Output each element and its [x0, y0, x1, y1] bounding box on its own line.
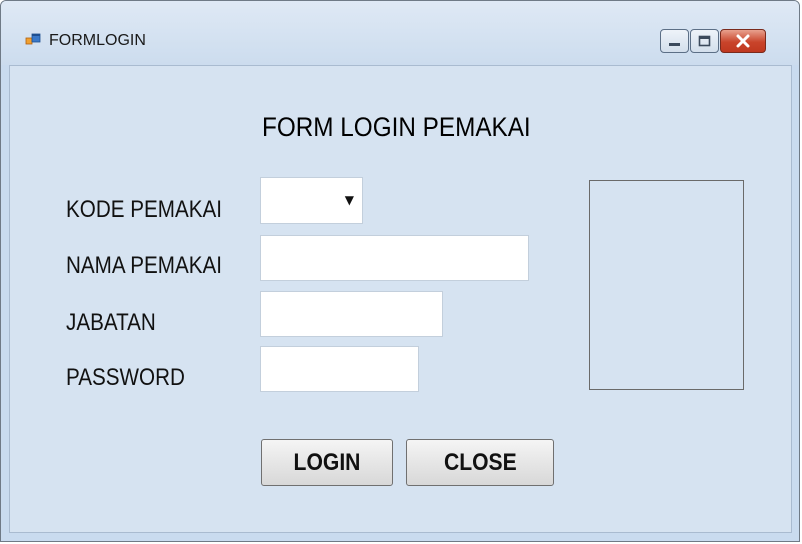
close-button-label: CLOSE: [443, 448, 517, 476]
jabatan-input[interactable]: [260, 291, 443, 337]
user-photo-box: [589, 180, 744, 390]
form-app-icon: [25, 33, 41, 45]
close-button[interactable]: CLOSE: [406, 439, 554, 486]
password-input[interactable]: [260, 346, 419, 392]
kode-pemakai-combobox[interactable]: ▼: [260, 177, 363, 224]
maximize-button[interactable]: [690, 29, 719, 53]
nama-pemakai-input[interactable]: [260, 235, 529, 281]
minimize-button[interactable]: [660, 29, 689, 53]
password-label: PASSWORD: [66, 364, 185, 391]
minimize-icon: [669, 43, 680, 46]
nama-pemakai-label: NAMA PEMAKAI: [66, 252, 222, 279]
dropdown-arrow-icon[interactable]: ▼: [345, 193, 354, 207]
form-heading: FORM LOGIN PEMAKAI: [262, 112, 531, 142]
window-title: FORMLOGIN: [49, 32, 146, 49]
title-bar[interactable]: FORMLOGIN: [1, 1, 799, 65]
login-button-label: LOGIN: [293, 448, 361, 476]
maximize-icon: [698, 35, 711, 47]
login-button[interactable]: LOGIN: [261, 439, 393, 486]
jabatan-label: JABATAN: [66, 309, 156, 336]
close-icon: [736, 34, 750, 48]
kode-pemakai-label: KODE PEMAKAI: [66, 196, 222, 223]
window-close-button[interactable]: [720, 29, 766, 53]
